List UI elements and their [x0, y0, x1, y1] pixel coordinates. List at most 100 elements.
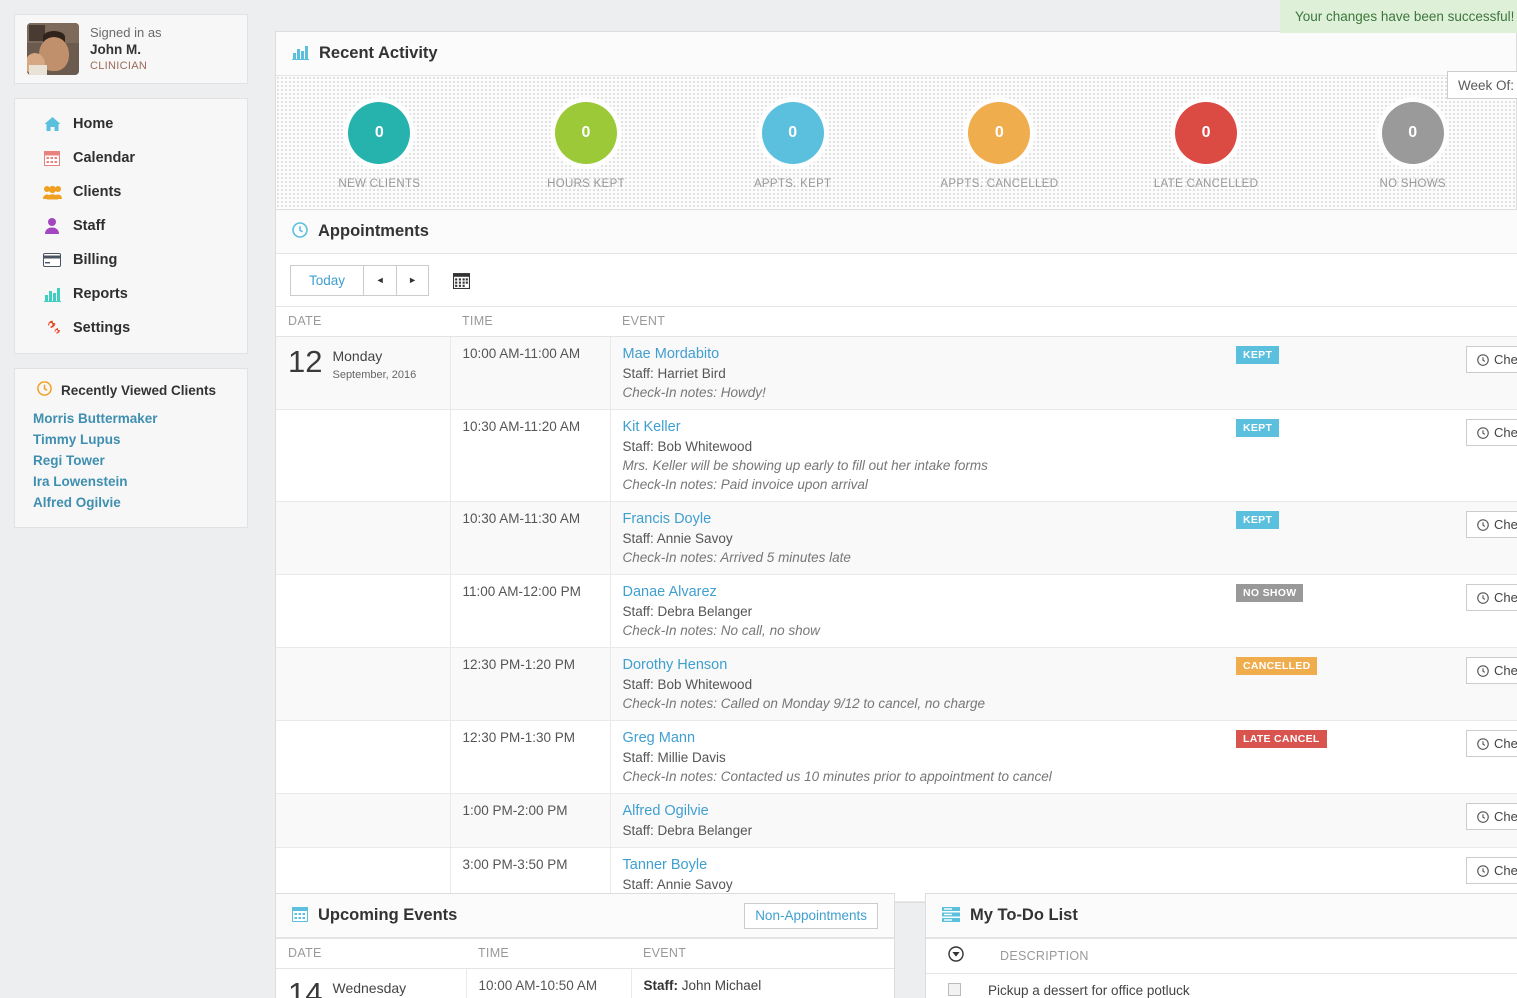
appointment-action-cell: Check-In: [1454, 648, 1517, 721]
check-in-button[interactable]: Check-In: [1466, 657, 1517, 684]
sidebar-item-calendar[interactable]: Calendar: [15, 141, 247, 175]
check-in-button[interactable]: Check-In: [1466, 584, 1517, 611]
clock-icon: [1477, 592, 1489, 604]
sidebar-item-billing[interactable]: Billing: [15, 243, 247, 277]
stat-label: NO SHOWS: [1380, 178, 1446, 190]
table-row[interactable]: 14 Wednesday 10:00 AM-10:50 AM Staff: Jo…: [276, 969, 894, 998]
appointment-event-cell: Kit KellerStaff: Bob WhitewoodMrs. Kelle…: [610, 410, 1224, 502]
todo-checkbox[interactable]: [948, 983, 961, 996]
table-row[interactable]: 1:00 PM-2:00 PMAlfred OgilvieStaff: Debr…: [276, 794, 1517, 848]
client-link[interactable]: Mae Mordabito: [623, 346, 720, 362]
col-time: TIME: [466, 939, 631, 969]
table-header-row: DATE TIME EVENT: [276, 307, 1517, 337]
user-card[interactable]: Signed in as John M. CLINICIAN: [14, 14, 248, 84]
table-row[interactable]: 10:30 AM-11:20 AMKit KellerStaff: Bob Wh…: [276, 410, 1517, 502]
stat-appts-kept: 0 APPTS. KEPT: [689, 102, 896, 190]
event-detail-cell: Staff: John Michael: [631, 969, 894, 998]
table-row[interactable]: 12MondaySeptember, 201610:00 AM-11:00 AM…: [276, 337, 1517, 410]
appointment-staff: Staff: Millie Davis: [623, 750, 1213, 765]
sidebar-item-settings[interactable]: Settings: [15, 311, 247, 345]
col-filter[interactable]: [926, 939, 988, 974]
col-description: DESCRIPTION: [988, 939, 1517, 974]
recent-client-link[interactable]: Alfred Ogilvie: [15, 492, 247, 513]
appointment-event-cell: Francis DoyleStaff: Annie SavoyCheck-In …: [610, 502, 1224, 575]
appointment-action-cell: Check-In: [1454, 337, 1517, 410]
stat-new-clients: 0 NEW CLIENTS: [276, 102, 483, 190]
recent-client-link[interactable]: Timmy Lupus: [15, 429, 247, 450]
recent-activity-header: Recent Activity: [276, 32, 1516, 76]
upcoming-events-card: Upcoming Events Non-Appointments DATE TI…: [275, 893, 895, 998]
appointments-table: DATE TIME EVENT 12MondaySeptember, 20161…: [276, 306, 1517, 902]
next-button[interactable]: ►: [396, 265, 429, 296]
check-in-button[interactable]: Check-In: [1466, 730, 1517, 757]
success-toast: Your changes have been successful!: [1280, 0, 1517, 33]
week-of-select[interactable]: Week Of: 9/4/2016 - 9/10/2016: [1447, 71, 1517, 99]
recently-viewed-title: Recently Viewed Clients: [61, 383, 216, 398]
appointments-card: Appointments Today ◄ ► DATE TIME EVEN: [275, 209, 1517, 903]
today-button[interactable]: Today: [290, 265, 363, 296]
appointment-note: Check-In notes: Called on Monday 9/12 to…: [623, 696, 1213, 711]
billing-card-icon: [41, 253, 63, 267]
check-in-button[interactable]: Check-In: [1466, 346, 1517, 373]
recent-client-link[interactable]: Morris Buttermaker: [15, 408, 247, 429]
appointment-staff: Staff: Harriet Bird: [623, 366, 1213, 381]
check-in-button[interactable]: Check-In: [1466, 419, 1517, 446]
check-in-button[interactable]: Check-In: [1466, 803, 1517, 830]
todo-list-header: My To-Do List Create Task: [926, 894, 1517, 938]
todo-checkbox-cell[interactable]: [926, 974, 988, 998]
client-link[interactable]: Dorothy Henson: [623, 657, 728, 673]
upcoming-events-table: DATE TIME EVENT 14 Wednesday 10:00 A: [276, 938, 894, 998]
check-in-button[interactable]: Check-In: [1466, 857, 1517, 884]
table-row[interactable]: Pickup a dessert for office potluck 03-1…: [926, 974, 1517, 998]
stat-label: APPTS. CANCELLED: [940, 178, 1058, 190]
client-link[interactable]: Greg Mann: [623, 730, 696, 746]
non-appointments-button[interactable]: Non-Appointments: [744, 903, 878, 929]
appointment-note: Mrs. Keller will be showing up early to …: [623, 458, 1213, 473]
appointment-staff: Staff: Bob Whitewood: [623, 677, 1213, 692]
dashboard-page: Signed in as John M. CLINICIAN Home Cale…: [0, 0, 1517, 998]
status-badge: CANCELLED: [1236, 657, 1317, 675]
avatar: [27, 23, 79, 75]
client-link[interactable]: Tanner Boyle: [623, 857, 708, 873]
clock-icon: [1477, 665, 1489, 677]
prev-button[interactable]: ◄: [363, 265, 396, 296]
calendar-icon: [292, 906, 308, 925]
sidebar-item-reports[interactable]: Reports: [15, 277, 247, 311]
appointment-status-cell: NO SHOW: [1224, 575, 1454, 648]
sidebar-item-home[interactable]: Home: [15, 107, 247, 141]
recent-activity-card: Recent Activity 0 NEW CLIENTS 0 HOURS KE…: [275, 31, 1517, 217]
check-in-button[interactable]: Check-In: [1466, 511, 1517, 538]
todo-table: DESCRIPTION DUE DATE Pickup a dessert fo…: [926, 938, 1517, 998]
appointment-status-cell: LATE CANCEL: [1224, 721, 1454, 794]
status-badge: KEPT: [1236, 346, 1279, 364]
recent-client-link[interactable]: Regi Tower: [15, 450, 247, 471]
event-date-cell: 14 Wednesday: [276, 969, 466, 998]
client-link[interactable]: Alfred Ogilvie: [623, 803, 709, 819]
sidebar-item-clients[interactable]: Clients: [15, 175, 247, 209]
filter-icon[interactable]: [948, 951, 964, 965]
appointments-header: Appointments: [276, 210, 1517, 254]
table-row[interactable]: 10:30 AM-11:30 AMFrancis DoyleStaff: Ann…: [276, 502, 1517, 575]
calendar-picker-icon[interactable]: [453, 272, 470, 289]
table-row[interactable]: 12:30 PM-1:20 PMDorothy HensonStaff: Bob…: [276, 648, 1517, 721]
sidebar-label-home: Home: [73, 116, 113, 132]
date-nav-group: Today ◄ ►: [290, 265, 429, 296]
table-row[interactable]: 12:30 PM-1:30 PMGreg MannStaff: Millie D…: [276, 721, 1517, 794]
recent-client-link[interactable]: Ira Lowenstein: [15, 471, 247, 492]
table-row[interactable]: 11:00 AM-12:00 PMDanae AlvarezStaff: Deb…: [276, 575, 1517, 648]
stat-value-circle: 0: [1175, 102, 1237, 164]
clients-icon: [41, 185, 63, 200]
client-link[interactable]: Francis Doyle: [623, 511, 712, 527]
appointment-date-cell: [276, 648, 450, 721]
client-link[interactable]: Kit Keller: [623, 419, 681, 435]
clock-icon: [292, 222, 308, 241]
appointment-date-cell: 12MondaySeptember, 2016: [276, 337, 450, 410]
sidebar-item-staff[interactable]: Staff: [15, 209, 247, 243]
appointment-date-cell: [276, 575, 450, 648]
client-link[interactable]: Danae Alvarez: [623, 584, 717, 600]
stat-hours-kept: 0 HOURS KEPT: [483, 102, 690, 190]
stat-value-circle: 0: [968, 102, 1030, 164]
status-badge: LATE CANCEL: [1236, 730, 1327, 748]
list-icon: [942, 907, 960, 925]
status-badge: KEPT: [1236, 419, 1279, 437]
